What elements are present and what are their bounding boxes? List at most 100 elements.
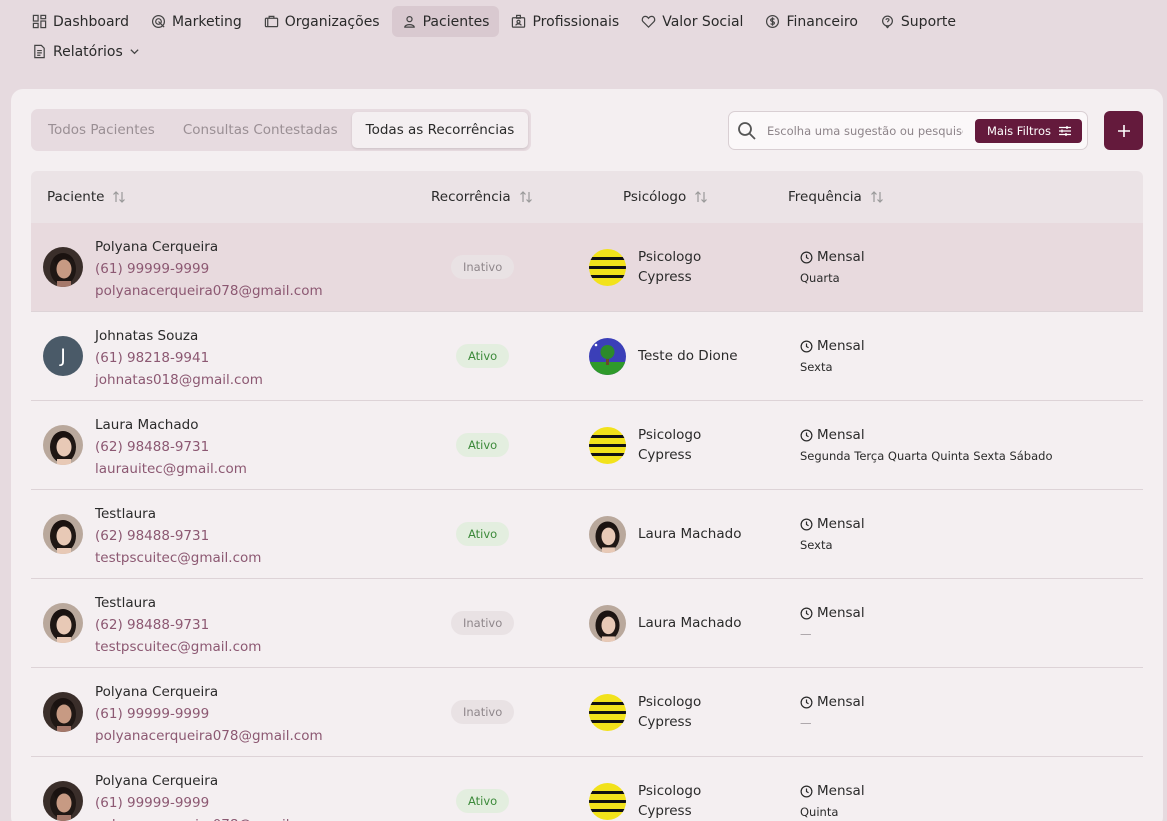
patient-info: Polyana Cerqueira (61) 99999-9999 polyan… (95, 770, 323, 821)
more-filters-label: Mais Filtros (987, 124, 1051, 138)
patient-name: Polyana Cerqueira (95, 773, 219, 789)
table-row[interactable]: Polyana Cerqueira (61) 99999-9999 polyan… (31, 757, 1143, 821)
patient-email[interactable]: testpscuitec@gmail.com (95, 547, 261, 569)
psychologist-name-line1: Laura Machado (638, 526, 742, 542)
patient-email[interactable]: testpscuitec@gmail.com (95, 636, 261, 658)
psychologist-avatar (589, 249, 626, 286)
patient-info: Polyana Cerqueira (61) 99999-9999 polyan… (95, 236, 323, 302)
sliders-icon (1059, 126, 1071, 136)
psychologist-avatar (589, 783, 626, 820)
search-input[interactable] (767, 123, 963, 138)
patient-phone[interactable]: (62) 98488-9731 (95, 614, 261, 636)
user-icon (403, 16, 415, 28)
avatar (43, 425, 83, 465)
patient-name: Johnatas Souza (95, 328, 199, 344)
frequency-cell: Mensal — (800, 692, 865, 731)
nav-item-dashboard[interactable]: Dashboard (22, 6, 139, 37)
column-header-patient[interactable]: Paciente (47, 171, 126, 223)
tab-consultas-contestadas[interactable]: Consultas Contestadas (169, 112, 352, 148)
add-button[interactable] (1104, 111, 1143, 150)
patient-phone[interactable]: (62) 98488-9731 (95, 525, 261, 547)
frequency-cell: Mensal — (800, 603, 865, 642)
psychologist-name: Psicologo Cypress (638, 247, 701, 287)
nav-label: Valor Social (662, 13, 744, 30)
patient-phone[interactable]: (62) 98488-9731 (95, 436, 247, 458)
patient-phone[interactable]: (61) 99999-9999 (95, 703, 323, 725)
frequency-label: Mensal (817, 516, 865, 532)
main-card: Todos Pacientes Consultas Contestadas To… (11, 89, 1163, 821)
status-badge: Inativo (451, 255, 515, 279)
patient-phone[interactable]: (61) 98218-9941 (95, 347, 263, 369)
top-navigation: Dashboard Marketing Organizações Pacient… (22, 6, 1152, 67)
table-row[interactable]: Testlaura (62) 98488-9731 testpscuitec@g… (31, 490, 1143, 579)
psychologist-name: Laura Machado (638, 524, 741, 544)
header-label: Paciente (47, 189, 105, 205)
nav-item-valor-social[interactable]: Valor Social (631, 6, 753, 37)
patient-email[interactable]: laurauitec@gmail.com (95, 458, 247, 480)
patient-name: Laura Machado (95, 417, 199, 433)
frequency-days: — (800, 627, 812, 641)
psychologist-avatar (589, 516, 626, 553)
psychologist-name-line1: Psicologo (638, 427, 702, 443)
nav-label: Financeiro (786, 13, 858, 30)
psychologist-name-line1: Laura Machado (638, 615, 742, 631)
clock-icon (800, 607, 813, 619)
patient-email[interactable]: polyanacerqueira078@gmail.com (95, 814, 323, 821)
column-header-recurrence[interactable]: Recorrência (431, 171, 533, 223)
column-header-psychologist[interactable]: Psicólogo (623, 171, 708, 223)
nav-item-profissionais[interactable]: Profissionais (501, 6, 629, 37)
avatar (43, 247, 83, 287)
frequency-label: Mensal (817, 249, 865, 265)
sort-icon (113, 191, 126, 203)
frequency-days: Sexta (800, 538, 833, 552)
status-badge: Inativo (451, 700, 515, 724)
nav-item-organizacoes[interactable]: Organizações (254, 6, 390, 37)
psychologist-name: Psicologo Cypress (638, 781, 701, 821)
patient-email[interactable]: johnatas018@gmail.com (95, 369, 263, 391)
patient-phone[interactable]: (61) 99999-9999 (95, 792, 323, 814)
tab-todos-pacientes[interactable]: Todos Pacientes (34, 112, 169, 148)
frequency-days: Quinta (800, 805, 839, 819)
nav-item-financeiro[interactable]: Financeiro (755, 6, 867, 37)
nav-label: Relatórios (53, 43, 123, 60)
sort-icon (519, 191, 532, 203)
clock-icon (800, 696, 813, 708)
nav-label: Organizações (284, 13, 380, 30)
frequency-label: Mensal (817, 605, 865, 621)
sort-icon (695, 191, 708, 203)
psychologist-name-line2: Cypress (638, 803, 692, 819)
patient-name: Polyana Cerqueira (95, 684, 219, 700)
frequency-days: — (800, 716, 812, 730)
search-icon (738, 121, 756, 140)
dollar-icon (766, 14, 780, 29)
clock-icon (800, 785, 813, 797)
table-row[interactable]: Polyana Cerqueira (61) 99999-9999 polyan… (31, 668, 1143, 757)
patient-email[interactable]: polyanacerqueira078@gmail.com (95, 725, 323, 747)
table-row[interactable]: Polyana Cerqueira (61) 99999-9999 polyan… (31, 223, 1143, 312)
plus-icon (1117, 124, 1130, 137)
table-header: Paciente Recorrência Psicólogo Frequênci… (31, 171, 1143, 223)
patient-name: Testlaura (95, 595, 156, 611)
column-header-frequency[interactable]: Frequência (788, 171, 884, 223)
tab-todas-recorrencias[interactable]: Todas as Recorrências (351, 112, 529, 148)
nav-label: Suporte (900, 13, 956, 30)
patient-phone[interactable]: (61) 99999-9999 (95, 258, 323, 280)
patient-email[interactable]: polyanacerqueira078@gmail.com (95, 280, 323, 302)
nav-item-pacientes[interactable]: Pacientes (391, 6, 500, 37)
nav-item-suporte[interactable]: Suporte (870, 6, 966, 37)
table-row[interactable]: Testlaura (62) 98488-9731 testpscuitec@g… (31, 579, 1143, 668)
patient-name: Polyana Cerqueira (95, 239, 219, 255)
table-row[interactable]: J Johnatas Souza (61) 98218-9941 johnata… (31, 312, 1143, 401)
patient-info: Testlaura (62) 98488-9731 testpscuitec@g… (95, 503, 261, 569)
nav-label: Dashboard (53, 13, 129, 30)
frequency-label: Mensal (817, 783, 865, 799)
table-row[interactable]: Laura Machado (62) 98488-9731 laurauitec… (31, 401, 1143, 490)
psychologist-avatar (589, 694, 626, 731)
tab-bar: Todos Pacientes Consultas Contestadas To… (31, 109, 532, 151)
nav-item-marketing[interactable]: Marketing (141, 6, 252, 37)
nav-item-relatorios[interactable]: Relatórios (22, 36, 150, 67)
clock-icon (800, 251, 813, 263)
more-filters-button[interactable]: Mais Filtros (975, 119, 1082, 143)
psychologist-avatar (589, 427, 626, 464)
psychologist-name-line1: Psicologo (638, 694, 702, 710)
